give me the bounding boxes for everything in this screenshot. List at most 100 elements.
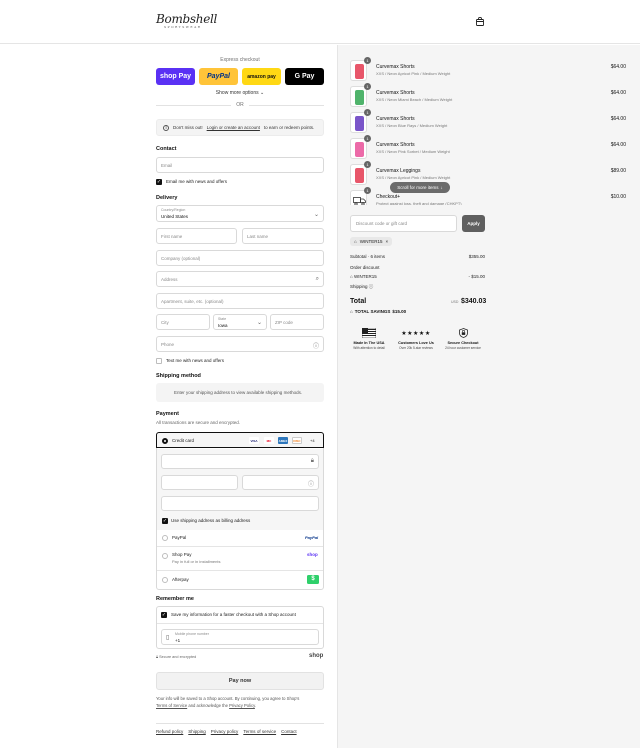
contact-link[interactable]: Contact [281,729,297,734]
billing-address-checkbox[interactable]: ✓ [162,518,168,524]
shipping-link[interactable]: Shipping [188,729,206,734]
product-image [355,142,364,157]
discount-code-row: ⌂ WINTER15 - $15.00 [350,274,485,279]
name-on-card-field[interactable] [161,496,319,511]
show-more-options-link[interactable]: Show more options ⌄ [156,90,324,96]
save-info-checkbox[interactable]: ✓ [161,612,167,618]
credit-card-radio[interactable] [162,438,168,444]
badge-subtitle: 24 hour customer service [445,346,481,350]
lock-icon: 🔒︎ [156,655,159,659]
terms-of-service-footer-link[interactable]: Terms of service [243,729,276,734]
shipping-row: Shipping ⓘ [350,284,485,290]
apartment-field[interactable]: Apartment, suite, etc. (optional) [156,293,324,309]
shop-pay-label: Shop Pay [172,552,192,557]
pay-now-button[interactable]: Pay now [156,672,324,690]
secure-checkout-badge: Secure Checkout 24 hour customer service [441,327,485,350]
total-value: $340.03 [461,298,487,305]
total-label: Total [350,298,367,305]
paypal-button[interactable]: PayPal [199,68,238,85]
scroll-hint-label: Scroll for more items [397,185,439,190]
chevron-down-icon: ⌄ [313,212,319,218]
credit-card-option[interactable]: Credit card VISA MC AMEX DISC +4 [156,432,324,448]
first-name-placeholder: First name [161,233,183,239]
tag-icon: ⌂ [350,274,353,279]
afterpay-label: Afterpay [172,577,189,582]
delivery-title: Delivery [156,195,178,201]
zip-field[interactable]: ZIP code [270,314,324,330]
email-field[interactable]: Email [156,157,324,173]
footer-divider [156,723,324,724]
mastercard-icon: MC [264,437,274,444]
cart-items-list[interactable]: 1 Curvemax Shorts XXS / Neon Apricot Pin… [338,45,640,205]
city-field[interactable]: City [156,314,210,330]
remember-me-title: Remember me [156,596,194,602]
address-field[interactable]: Address ⌕ [156,271,324,287]
item-name: Curvemax Leggings [376,168,421,174]
total-savings: ⌂ TOTAL SAVINGS $15.00 [350,309,406,314]
mobile-phone-field[interactable]: ▯ Mobile phone number +1 [161,629,319,645]
item-price: $64.00 [610,64,626,70]
privacy-policy-link[interactable]: Privacy Policy [229,703,255,708]
paypal-option[interactable]: PayPal PayPal [157,530,323,547]
email-news-checkbox[interactable]: ✓ [156,179,162,185]
product-image [355,116,364,131]
afterpay-option[interactable]: Afterpay $ [157,571,323,590]
badge-subtitle: Over 20k 5-star reviews [399,346,433,350]
currency-label: USD [451,300,459,304]
item-name: Checkout+ [376,194,401,200]
login-link[interactable]: Login or create an account [207,125,260,130]
state-value: Iowa [218,323,228,328]
subtotal-row: Subtotal · 6 items $355.00 [350,254,485,259]
help-icon[interactable]: ⓘ [308,479,314,488]
billing-address-label: Use shipping address as billing address [171,518,251,523]
refund-policy-link[interactable]: Refund policy [156,729,183,734]
afterpay-radio[interactable] [162,577,168,583]
apply-discount-button[interactable]: Apply [462,215,485,232]
expiry-field[interactable] [161,475,238,490]
shield-icon [441,327,485,339]
shop-pay-logo-icon: shop [307,552,318,557]
item-variant: XXS / Neon Apricot Pink / Medium Weight [376,71,451,76]
privacy-policy-footer-link[interactable]: Privacy policy [211,729,239,734]
cart-item: 1 Curvemax Shorts XXS / Neon Apricot Pin… [350,57,626,82]
payment-subtitle: All transactions are secure and encrypte… [156,420,241,425]
brand-name: Bombshell [156,12,218,26]
country-select[interactable]: Country/Region United States ⌄ [156,205,324,222]
text-news-checkbox[interactable] [156,358,162,364]
card-details-panel: 🔒︎ ⓘ ✓ Use shipping address as billing a… [157,449,323,530]
company-field[interactable]: Company (optional) [156,250,324,266]
tag-icon: ⌂ [354,239,357,244]
terms-of-service-link[interactable]: Terms of Service [156,703,187,708]
quantity-badge: 1 [364,83,371,90]
country-label: Country/Region [161,208,186,212]
visa-icon: VISA [249,437,259,444]
last-name-field[interactable]: Last name [242,228,324,244]
subtotal-value: $355.00 [468,254,485,259]
phone-field[interactable]: Phone ⓘ [156,336,324,352]
shop-pay-radio[interactable] [162,553,168,559]
help-icon[interactable]: ⓘ [313,341,319,350]
amazon-pay-label: amazon pay [247,73,276,80]
shop-pay-option[interactable]: Shop Pay Pay in full or in installments … [157,547,323,571]
customers-love-us-badge: ★★★★★ Customers Love Us Over 20k 5-star … [394,327,438,351]
shopping-bag-icon[interactable] [476,17,484,26]
state-select[interactable]: State Iowa ⌄ [213,314,267,330]
discover-icon: DISC [292,437,302,444]
remember-divider [157,623,323,624]
google-pay-button[interactable]: G Pay [285,68,324,85]
amazon-pay-button[interactable]: amazon pay [242,68,281,85]
shop-pay-button[interactable]: shop Pay [156,68,195,85]
first-name-field[interactable]: First name [156,228,237,244]
google-pay-label: G Pay [294,73,315,80]
discount-code-input[interactable]: Discount code or gift card [350,215,457,232]
security-code-field[interactable]: ⓘ [242,475,319,490]
help-icon[interactable]: ⓘ [369,284,374,289]
scroll-more-items-button[interactable]: Scroll for more items ↓ [390,182,450,193]
country-value: United States [161,214,189,219]
paypal-radio[interactable] [162,535,168,541]
remove-discount-icon[interactable]: × [385,239,388,244]
card-number-field[interactable]: 🔒︎ [161,454,319,469]
save-info-label: Save my information for a faster checkou… [171,612,296,617]
badge-title: Customers Love Us [398,341,434,345]
brand-logo[interactable]: Bombshell SPORTSWEAR [156,12,217,29]
